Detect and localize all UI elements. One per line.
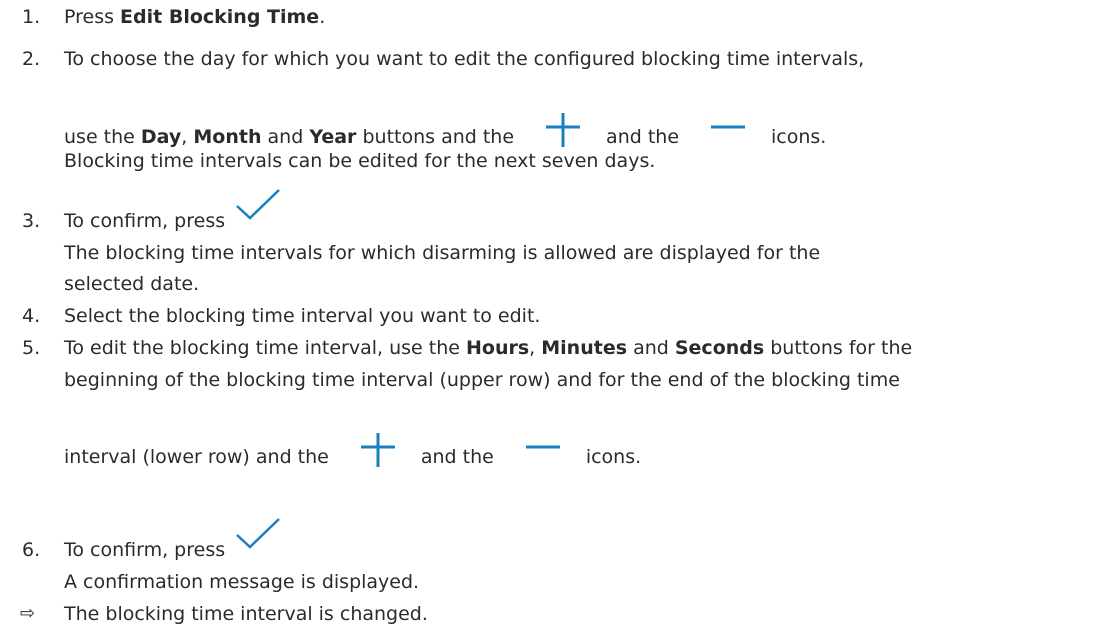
- step-text-part: and: [261, 126, 310, 148]
- minus-icon: [707, 112, 749, 148]
- step-text: To edit the blocking time interval, use …: [64, 337, 912, 359]
- step-text-part: Press: [64, 6, 121, 28]
- plus-icon: [357, 432, 399, 468]
- checkmark-icon: [235, 517, 281, 551]
- step-number: 2.: [22, 48, 41, 70]
- step-text: To confirm, press: [64, 518, 281, 573]
- step-text-part: interval (lower row) and the: [64, 446, 329, 468]
- step-text: To confirm, press: [64, 189, 281, 244]
- step-number: 1.: [22, 6, 41, 28]
- step-text-part: and the: [420, 446, 494, 468]
- step-text: The blocking time intervals for which di…: [64, 242, 821, 264]
- step-text-part: and the: [606, 126, 680, 148]
- step-text: Press Edit Blocking Time.: [64, 6, 325, 28]
- step-text-part: icons.: [771, 126, 827, 148]
- step-text-part: ,: [529, 337, 542, 359]
- step-text-part: icons.: [585, 446, 642, 468]
- step-text: Blocking time intervals can be edited fo…: [64, 150, 656, 172]
- step-text-part: buttons for the: [764, 337, 913, 359]
- minus-icon: [522, 432, 564, 468]
- ui-term: Month: [193, 126, 262, 148]
- step-text-part: To edit the blocking time interval, use …: [64, 337, 466, 359]
- ui-term: Year: [309, 126, 357, 148]
- step-text: To choose the day for which you want to …: [64, 48, 865, 70]
- plus-icon: [542, 112, 584, 148]
- step-text: selected date.: [64, 273, 200, 295]
- step-number: 3.: [22, 210, 41, 232]
- ui-term: Edit Blocking Time: [120, 6, 320, 28]
- step-text: use the Day, Month and Year buttons and …: [64, 112, 826, 148]
- result-arrow-icon: ⇨: [20, 603, 36, 624]
- step-text: Select the blocking time interval you wa…: [64, 305, 541, 327]
- step-text-part: .: [319, 6, 326, 28]
- step-text: A confirmation message is displayed.: [64, 571, 420, 593]
- checkmark-icon: [235, 188, 281, 222]
- step-number: 6.: [22, 539, 41, 561]
- result-text: The blocking time interval is changed.: [64, 603, 428, 625]
- step-text: interval (lower row) and the and the icons…: [64, 432, 641, 468]
- ui-term: Seconds: [674, 337, 765, 359]
- step-text-part: To confirm, press: [64, 210, 226, 232]
- ui-term: Hours: [466, 337, 530, 359]
- ui-term: Minutes: [541, 337, 628, 359]
- step-text-part: buttons and the: [356, 126, 515, 148]
- step-number: 4.: [22, 305, 41, 327]
- step-text-part: use the: [64, 126, 141, 148]
- step-number: 5.: [22, 337, 41, 359]
- step-text: beginning of the blocking time interval …: [64, 369, 900, 391]
- step-text-part: ,: [181, 126, 194, 148]
- step-text-part: and: [627, 337, 675, 359]
- step-text-part: To confirm, press: [64, 539, 226, 561]
- ui-term: Day: [140, 126, 182, 148]
